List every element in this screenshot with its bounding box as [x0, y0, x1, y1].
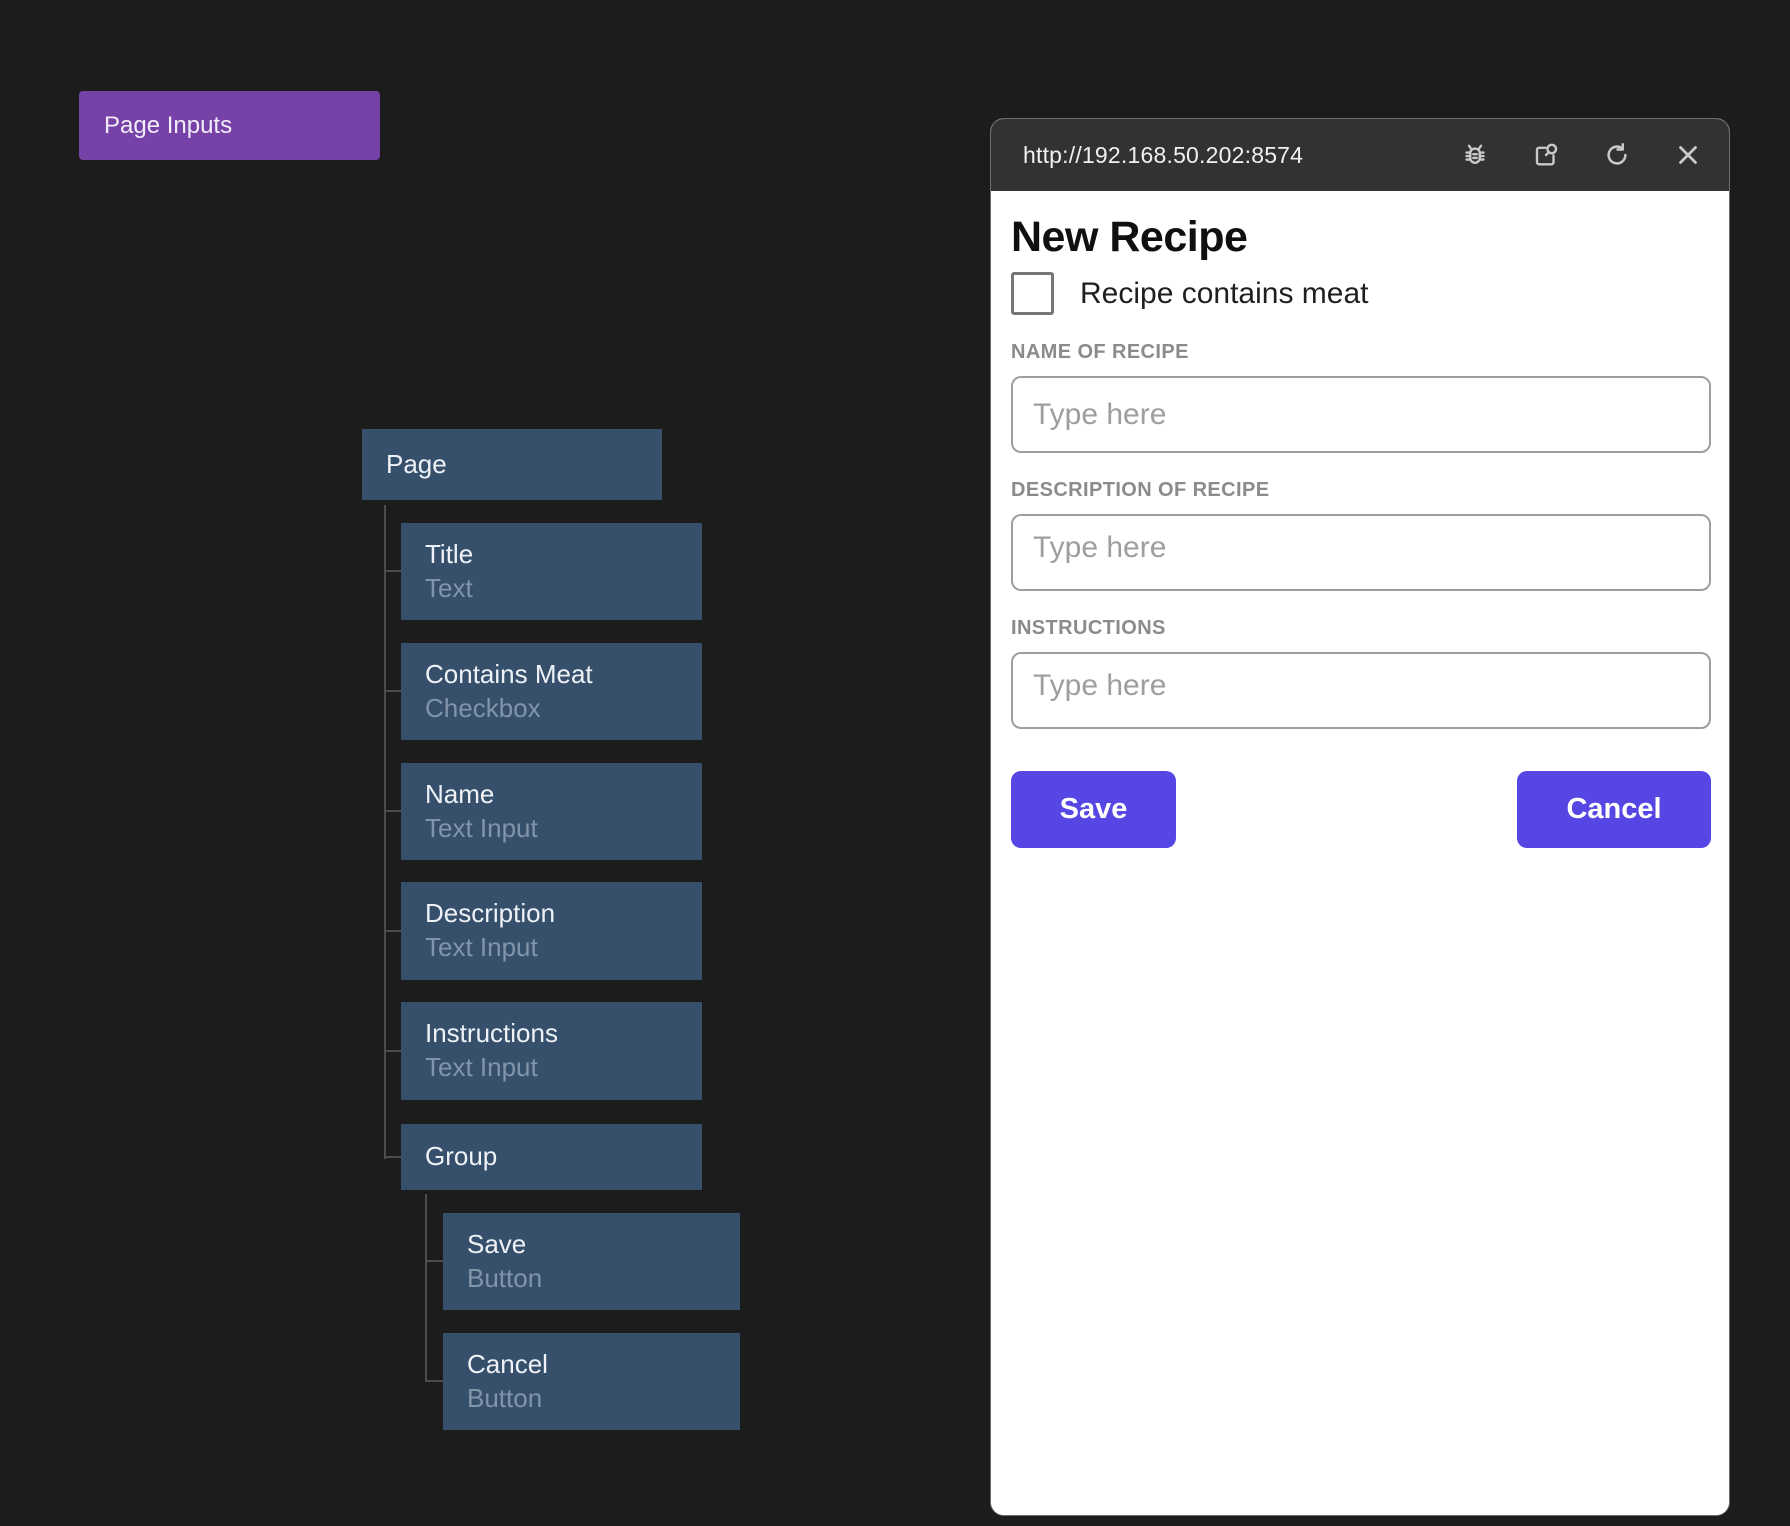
node-label: Group: [425, 1142, 702, 1172]
instructions-input[interactable]: [1011, 652, 1711, 729]
meat-checkbox-row: Recipe contains meat: [1011, 272, 1711, 315]
tree-connector-tick: [384, 1156, 401, 1158]
tree-connector-tick: [425, 1380, 443, 1382]
meat-checkbox-label: Recipe contains meat: [1080, 277, 1369, 311]
node-label: Save: [467, 1230, 740, 1260]
page-title: New Recipe: [1011, 215, 1711, 260]
node-label: Name: [425, 780, 702, 810]
tree-node-contains-meat[interactable]: Contains Meat Checkbox: [401, 643, 702, 740]
tree-node-title[interactable]: Title Text: [401, 523, 702, 620]
bug-icon[interactable]: [1458, 138, 1492, 172]
node-type-label: Text Input: [425, 1053, 702, 1083]
tree-node-description[interactable]: Description Text Input: [401, 882, 702, 980]
page-inputs-button[interactable]: Page Inputs: [79, 91, 380, 160]
name-field-label: NAME OF RECIPE: [1011, 341, 1711, 364]
node-label: Page: [386, 450, 662, 480]
tree-node-instructions[interactable]: Instructions Text Input: [401, 1002, 702, 1100]
node-label: Title: [425, 540, 702, 570]
tree-node-page[interactable]: Page: [362, 429, 662, 500]
cancel-button[interactable]: Cancel: [1517, 771, 1711, 848]
close-icon[interactable]: [1671, 138, 1705, 172]
description-field-label: DESCRIPTION OF RECIPE: [1011, 479, 1711, 502]
node-type-label: Checkbox: [425, 694, 702, 724]
tree-node-cancel[interactable]: Cancel Button: [443, 1333, 740, 1430]
node-type-label: Text: [425, 574, 702, 604]
node-label: Cancel: [467, 1350, 740, 1380]
page-inspect-icon[interactable]: [1529, 138, 1563, 172]
tree-node-name[interactable]: Name Text Input: [401, 763, 702, 860]
tree-connector-tick: [384, 930, 401, 932]
preview-window-titlebar: http://192.168.50.202:8574: [991, 119, 1729, 191]
instructions-field-label: INSTRUCTIONS: [1011, 617, 1711, 640]
node-label: Instructions: [425, 1019, 702, 1049]
preview-window: http://192.168.50.202:8574: [990, 118, 1730, 1516]
window-toolbar: [1458, 138, 1705, 172]
tree-connector-line: [384, 505, 386, 1159]
description-input[interactable]: [1011, 514, 1711, 591]
node-type-label: Button: [467, 1264, 740, 1294]
name-input[interactable]: [1011, 376, 1711, 453]
tree-node-save[interactable]: Save Button: [443, 1213, 740, 1310]
tree-connector-tick: [384, 690, 401, 692]
tree-connector-tick: [384, 1050, 401, 1052]
tree-connector-tick: [425, 1260, 443, 1262]
preview-page: New Recipe Recipe contains meat NAME OF …: [991, 191, 1729, 1515]
node-label: Description: [425, 899, 702, 929]
node-label: Contains Meat: [425, 660, 702, 690]
node-type-label: Text Input: [425, 814, 702, 844]
tree-connector-tick: [384, 810, 401, 812]
tree-connector-line: [425, 1194, 427, 1382]
tree-connector-tick: [384, 570, 401, 572]
save-button[interactable]: Save: [1011, 771, 1176, 848]
page-inputs-label: Page Inputs: [104, 112, 232, 140]
node-type-label: Text Input: [425, 933, 702, 963]
tree-node-group[interactable]: Group: [401, 1124, 702, 1190]
node-type-label: Button: [467, 1384, 740, 1414]
form-actions: Save Cancel: [1011, 771, 1711, 848]
meat-checkbox[interactable]: [1011, 272, 1054, 315]
url-bar[interactable]: http://192.168.50.202:8574: [1023, 142, 1458, 169]
refresh-icon[interactable]: [1600, 138, 1634, 172]
